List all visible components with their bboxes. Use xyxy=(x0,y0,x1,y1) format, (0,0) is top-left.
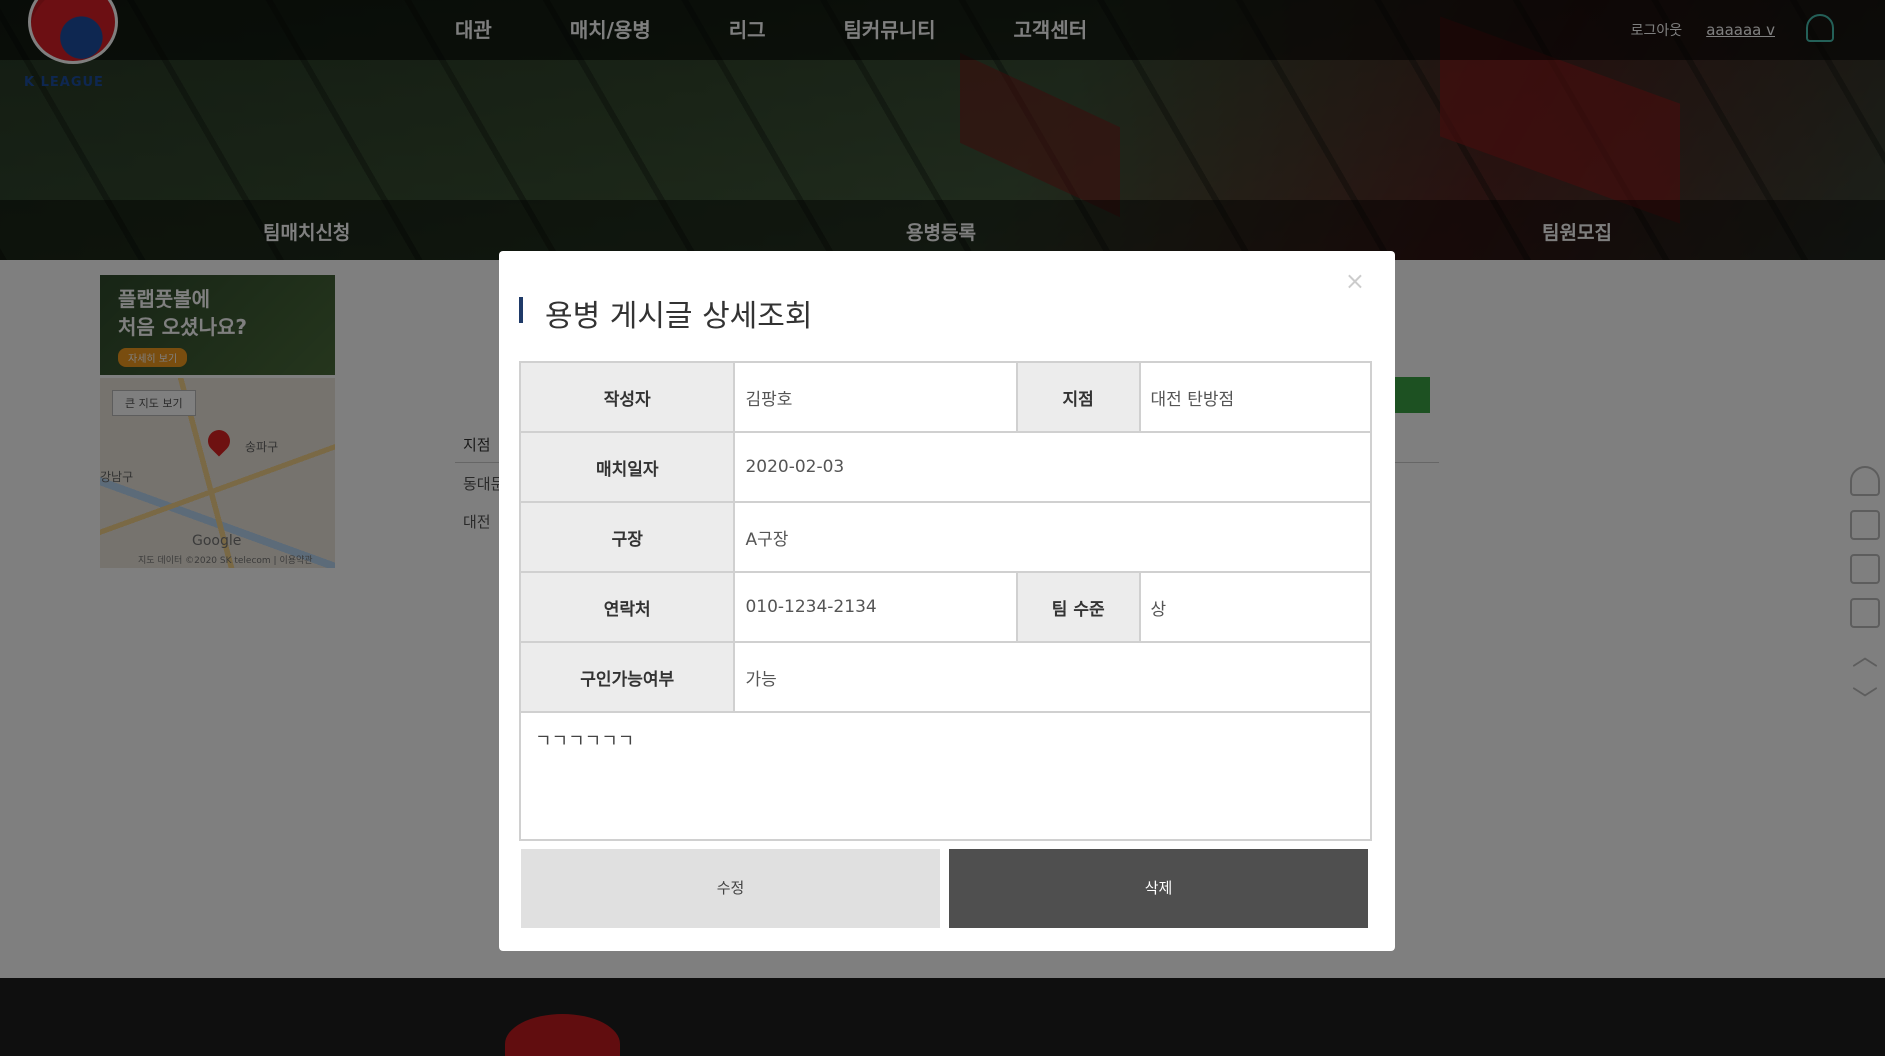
stadium-label: 구장 xyxy=(518,501,736,573)
close-icon[interactable]: × xyxy=(1345,267,1365,295)
contact-label: 연락처 xyxy=(518,571,736,643)
team-level-value: 상 xyxy=(1138,571,1373,643)
table-row: 연락처 010-1234-2134 팀 수준 상 xyxy=(518,571,1373,643)
edit-button[interactable]: 수정 xyxy=(521,849,940,928)
match-date-label: 매치일자 xyxy=(518,431,736,503)
team-level-label: 팀 수준 xyxy=(1015,571,1141,643)
table-row: ㄱㄱㄱㄱㄱㄱ xyxy=(519,711,1372,841)
table-row: 구장 A구장 xyxy=(518,501,1372,573)
table-row: 구인가능여부 가능 xyxy=(518,641,1372,713)
modal-title: 용병 게시글 상세조회 xyxy=(545,299,813,334)
contact-value: 010-1234-2134 xyxy=(733,571,1018,643)
delete-button[interactable]: 삭제 xyxy=(949,849,1368,928)
author-label: 작성자 xyxy=(518,361,736,433)
recruit-available-label: 구인가능여부 xyxy=(518,641,736,713)
recruit-available-value: 가능 xyxy=(733,641,1372,713)
branch-value: 대전 탄방점 xyxy=(1138,361,1373,433)
table-row: 작성자 김팡호 지점 대전 탄방점 xyxy=(518,361,1373,433)
branch-label: 지점 xyxy=(1015,361,1141,433)
match-date-value: 2020-02-03 xyxy=(733,431,1372,503)
detail-table: 작성자 김팡호 지점 대전 탄방점 매치일자 2020-02-03 구장 A구장… xyxy=(518,361,1373,841)
mercenary-post-detail-modal: × 용병 게시글 상세조회 작성자 김팡호 지점 대전 탄방점 매치일자 202… xyxy=(499,251,1395,951)
stadium-value: A구장 xyxy=(733,501,1372,573)
title-accent-bar xyxy=(519,297,523,323)
table-row: 매치일자 2020-02-03 xyxy=(518,431,1372,503)
post-content: ㄱㄱㄱㄱㄱㄱ xyxy=(519,711,1372,841)
author-value: 김팡호 xyxy=(733,361,1018,433)
